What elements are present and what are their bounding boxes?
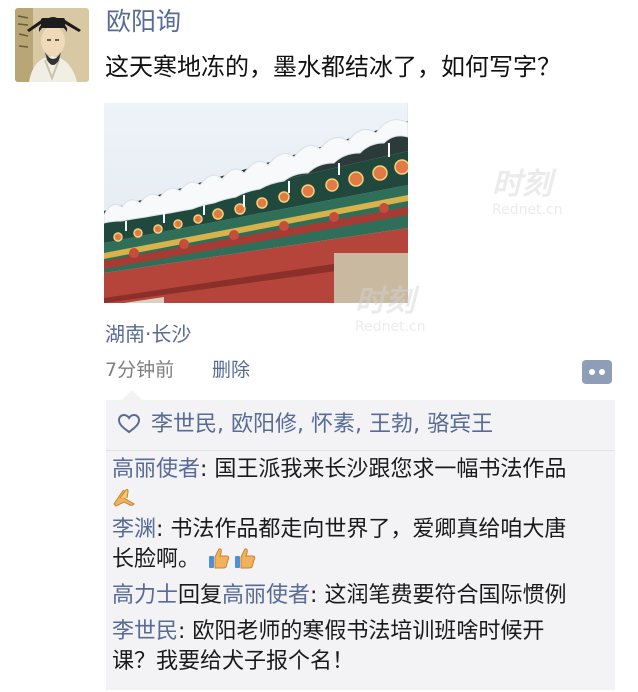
like-name[interactable]: 骆宾王 (427, 412, 493, 437)
panel-caret (122, 390, 142, 400)
thumbs-up-emoji (235, 548, 256, 569)
comment-text: 长脸啊。 (112, 547, 201, 572)
watermark: 时刻 Rednet.cn (355, 284, 426, 336)
reply-word: 回复 (178, 583, 223, 608)
comment-item[interactable]: 李世民: 欧阳老师的寒假书法培训班啥时候开 (112, 616, 544, 648)
comment-item[interactable]: 高力士回复高丽使者: 这润笔费要符合国际惯例 (112, 580, 566, 612)
comment-text: : 书法作品都走向世界了，爱卿真给咱大唐 (156, 517, 567, 542)
more-icon[interactable] (582, 360, 612, 384)
comment-author[interactable]: 高力士 (112, 583, 178, 608)
like-name[interactable]: 王勃 (369, 412, 413, 437)
author-name[interactable]: 欧阳询 (106, 6, 181, 38)
likes-list: 李世民, 欧阳修, 怀素, 王勃, 骆宾王 (151, 412, 494, 437)
post-time: 7分钟前 (105, 359, 175, 381)
like-name[interactable]: 怀素 (311, 412, 355, 437)
comment-item[interactable]: 高丽使者: 国王派我来长沙跟您求一幅书法作品 (112, 454, 566, 486)
like-name[interactable]: 李世民 (151, 412, 217, 437)
comment-author[interactable]: 李世民 (112, 619, 178, 644)
heart-icon (118, 414, 140, 434)
like-name[interactable]: 欧阳修 (231, 412, 297, 437)
comment-line2: 课？我要给犬子报个名！ (112, 646, 354, 678)
comment-text: : 这润笔费要符合国际惯例 (310, 583, 567, 608)
comment-reply-target[interactable]: 高丽使者 (222, 583, 310, 608)
folded-hands-emoji (113, 488, 135, 507)
location-link[interactable]: 湖南·长沙 (105, 320, 191, 348)
comment-emoji-line (112, 482, 138, 514)
delete-button[interactable]: 删除 (212, 356, 250, 384)
likes-row: 李世民, 欧阳修, 怀素, 王勃, 骆宾王 (106, 400, 615, 451)
post-photo[interactable] (104, 103, 408, 303)
comment-line2: 长脸啊。 (112, 544, 259, 576)
comment-text: 课？我要给犬子报个名！ (112, 649, 355, 674)
comment-author[interactable]: 高丽使者 (112, 457, 200, 482)
interactions-panel: 李世民, 欧阳修, 怀素, 王勃, 骆宾王 高丽使者: 国王派我来长沙跟您求一幅… (106, 390, 615, 690)
comment-text: : 欧阳老师的寒假书法培训班啥时候开 (178, 619, 545, 644)
post-text: 这天寒地冻的，墨水都结冰了，如何写字？ (105, 53, 561, 81)
avatar[interactable] (15, 8, 89, 82)
comment-item[interactable]: 李渊: 书法作品都走向世界了，爱卿真给咱大唐 (112, 514, 566, 546)
thumbs-up-emoji (209, 548, 230, 569)
comment-text: : 国王派我来长沙跟您求一幅书法作品 (200, 457, 567, 482)
watermark: 时刻 Rednet.cn (492, 167, 563, 219)
comment-author[interactable]: 李渊 (112, 517, 156, 542)
